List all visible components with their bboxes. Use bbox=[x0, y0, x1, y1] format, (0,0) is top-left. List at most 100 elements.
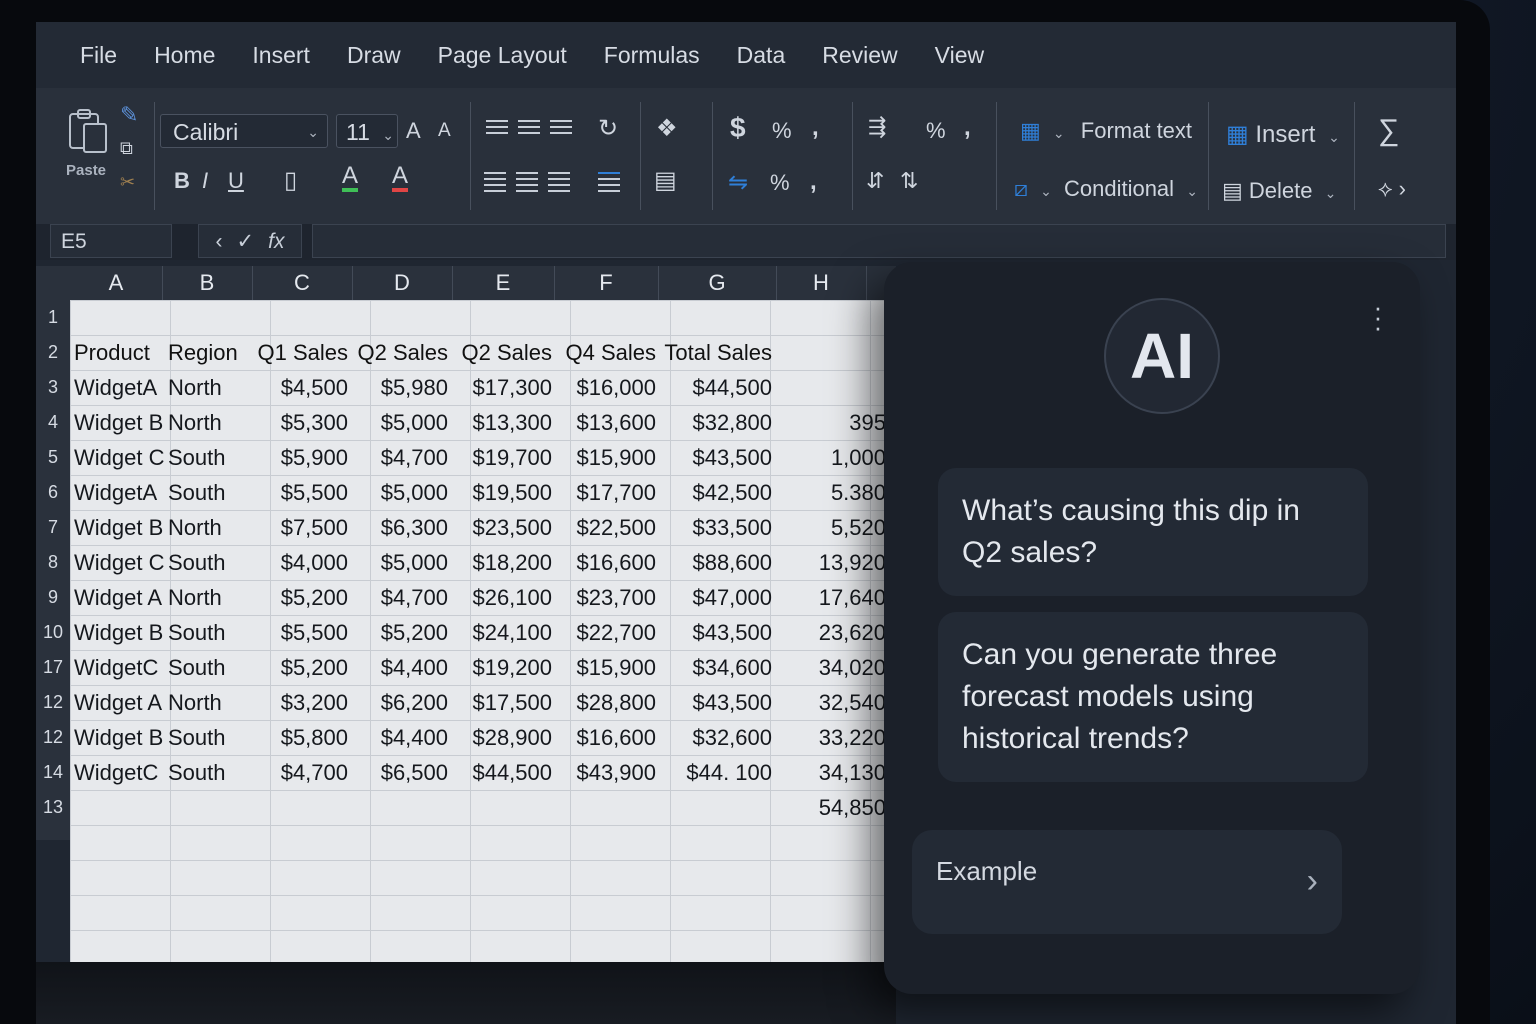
underline-button[interactable]: U bbox=[228, 168, 244, 194]
row-header[interactable]: 6 bbox=[36, 475, 70, 510]
ai-prompt-suggestion[interactable]: Can you generate three forecast models u… bbox=[938, 612, 1368, 782]
worksheet-grid[interactable]: Product Region Q1 Sales Q2 Sales Q2 Sale… bbox=[70, 300, 896, 1024]
name-box[interactable]: E5 bbox=[50, 224, 172, 258]
borders-icon[interactable]: ▯ bbox=[284, 166, 297, 195]
table-cell[interactable]: $17,700 bbox=[556, 475, 656, 510]
table-cell[interactable]: $5,300 bbox=[252, 405, 348, 440]
table-cell[interactable]: $5,980 bbox=[352, 370, 448, 405]
table-cell[interactable]: $34,600 bbox=[660, 650, 772, 685]
table-cell[interactable] bbox=[352, 790, 448, 825]
column-header-b[interactable]: B bbox=[162, 266, 253, 300]
table-cell[interactable]: $16,000 bbox=[556, 370, 656, 405]
table-cell[interactable]: $4,500 bbox=[252, 370, 348, 405]
menu-draw[interactable]: Draw bbox=[347, 42, 401, 69]
row-header[interactable]: 8 bbox=[36, 545, 70, 580]
table-cell[interactable]: Widget B bbox=[74, 615, 163, 650]
menu-page-layout[interactable]: Page Layout bbox=[438, 42, 567, 69]
table-cell[interactable]: $24,100 bbox=[454, 615, 552, 650]
table-cell[interactable]: 32,540 bbox=[770, 685, 886, 720]
column-header-h[interactable]: H bbox=[776, 266, 867, 300]
table-cell[interactable]: WidgetA bbox=[74, 370, 157, 405]
row-header[interactable]: 12 bbox=[36, 720, 70, 755]
menu-home[interactable]: Home bbox=[154, 42, 215, 69]
number-format-icon[interactable]: ⇋ bbox=[728, 168, 748, 197]
align-top-icon[interactable] bbox=[486, 116, 508, 138]
table-cell[interactable]: South bbox=[168, 440, 226, 475]
table-cell[interactable] bbox=[556, 790, 656, 825]
menu-view[interactable]: View bbox=[935, 42, 984, 69]
table-cell[interactable]: $5,200 bbox=[252, 650, 348, 685]
table-cell[interactable]: $16,600 bbox=[556, 720, 656, 755]
column-header-g[interactable]: G bbox=[658, 266, 777, 300]
table-header-cell[interactable]: Product bbox=[74, 335, 150, 370]
row-header[interactable]: 13 bbox=[36, 790, 70, 825]
row-header[interactable]: 4 bbox=[36, 405, 70, 440]
table-cell[interactable]: $3,200 bbox=[252, 685, 348, 720]
font-size-dropdown[interactable]: 11 ⌄ bbox=[336, 114, 398, 148]
table-cell[interactable]: $22,500 bbox=[556, 510, 656, 545]
row-header[interactable]: 1 bbox=[36, 300, 70, 335]
fill-icon[interactable]: ⟡ › bbox=[1378, 176, 1406, 202]
table-cell[interactable]: $13,300 bbox=[454, 405, 552, 440]
table-cell[interactable]: 13,920 bbox=[770, 545, 886, 580]
table-cell[interactable]: $33,500 bbox=[660, 510, 772, 545]
table-cell[interactable]: North bbox=[168, 580, 222, 615]
cut-icon[interactable]: ✂ bbox=[120, 172, 135, 193]
align-center-icon[interactable] bbox=[516, 168, 538, 196]
table-cell[interactable]: South bbox=[168, 720, 226, 755]
copy-icon[interactable]: ⧉ bbox=[120, 138, 133, 159]
table-cell[interactable]: $4,400 bbox=[352, 650, 448, 685]
table-cell[interactable] bbox=[252, 790, 348, 825]
table-cell[interactable] bbox=[454, 790, 552, 825]
menu-insert[interactable]: Insert bbox=[252, 42, 310, 69]
styles-icon[interactable]: ❖ bbox=[656, 114, 678, 143]
font-color-button[interactable]: A bbox=[392, 164, 409, 192]
menu-formulas[interactable]: Formulas bbox=[604, 42, 700, 69]
table-cell[interactable]: Widget A bbox=[74, 580, 162, 615]
table-cell[interactable]: $23,700 bbox=[556, 580, 656, 615]
table-cell[interactable]: $43,500 bbox=[660, 685, 772, 720]
table-cell[interactable]: $5,200 bbox=[252, 580, 348, 615]
table-cell[interactable]: $26,100 bbox=[454, 580, 552, 615]
table-cell[interactable]: $5,000 bbox=[352, 545, 448, 580]
table-cell[interactable]: $22,700 bbox=[556, 615, 656, 650]
table-cell[interactable]: $88,600 bbox=[660, 545, 772, 580]
table-cell[interactable]: 34,130 bbox=[770, 755, 886, 790]
font-name-dropdown[interactable]: Calibri ⌄ bbox=[160, 114, 328, 148]
table-cell[interactable]: $7,500 bbox=[252, 510, 348, 545]
table-cell[interactable]: $43,500 bbox=[660, 440, 772, 475]
currency-button[interactable]: $ bbox=[730, 112, 746, 144]
table-cell[interactable]: North bbox=[168, 510, 222, 545]
menu-data[interactable]: Data bbox=[737, 42, 786, 69]
table-cell[interactable]: $19,700 bbox=[454, 440, 552, 475]
table-cell[interactable] bbox=[660, 790, 772, 825]
row-header[interactable]: 9 bbox=[36, 580, 70, 615]
percent-button[interactable]: % bbox=[772, 118, 792, 144]
column-header-f[interactable]: F bbox=[554, 266, 659, 300]
formula-input[interactable] bbox=[312, 224, 1446, 258]
table-cell[interactable]: $13,600 bbox=[556, 405, 656, 440]
ai-prompt-suggestion[interactable]: What’s causing this dip in Q2 sales? bbox=[938, 468, 1368, 596]
format-text-button[interactable]: ▦ ⌄ Format text bbox=[1020, 118, 1192, 144]
autosum-button[interactable]: ∑ bbox=[1378, 114, 1399, 148]
column-header-d[interactable]: D bbox=[352, 266, 453, 300]
row-header[interactable]: 5 bbox=[36, 440, 70, 475]
percent-format-button[interactable]: % bbox=[926, 118, 946, 144]
table-cell[interactable]: $5,800 bbox=[252, 720, 348, 755]
orientation-icon[interactable]: ↻ bbox=[598, 114, 618, 143]
table-cell[interactable]: $17,300 bbox=[454, 370, 552, 405]
table-cell[interactable]: $23,500 bbox=[454, 510, 552, 545]
table-cell[interactable]: $15,900 bbox=[556, 440, 656, 475]
table-cell[interactable]: $19,500 bbox=[454, 475, 552, 510]
table-cell[interactable]: 5.380 bbox=[770, 475, 886, 510]
table-cell[interactable]: $6,300 bbox=[352, 510, 448, 545]
table-cell[interactable]: North bbox=[168, 405, 222, 440]
table-cell[interactable]: $5,900 bbox=[252, 440, 348, 475]
table-cell[interactable]: South bbox=[168, 615, 226, 650]
table-header-cell[interactable]: Q2 Sales bbox=[454, 335, 553, 370]
table-cell[interactable]: North bbox=[168, 370, 222, 405]
table-cell[interactable]: 34,020 bbox=[770, 650, 886, 685]
table-cell[interactable]: $42,500 bbox=[660, 475, 772, 510]
table-cell[interactable]: $5,500 bbox=[252, 615, 348, 650]
table-cell[interactable]: $4,000 bbox=[252, 545, 348, 580]
